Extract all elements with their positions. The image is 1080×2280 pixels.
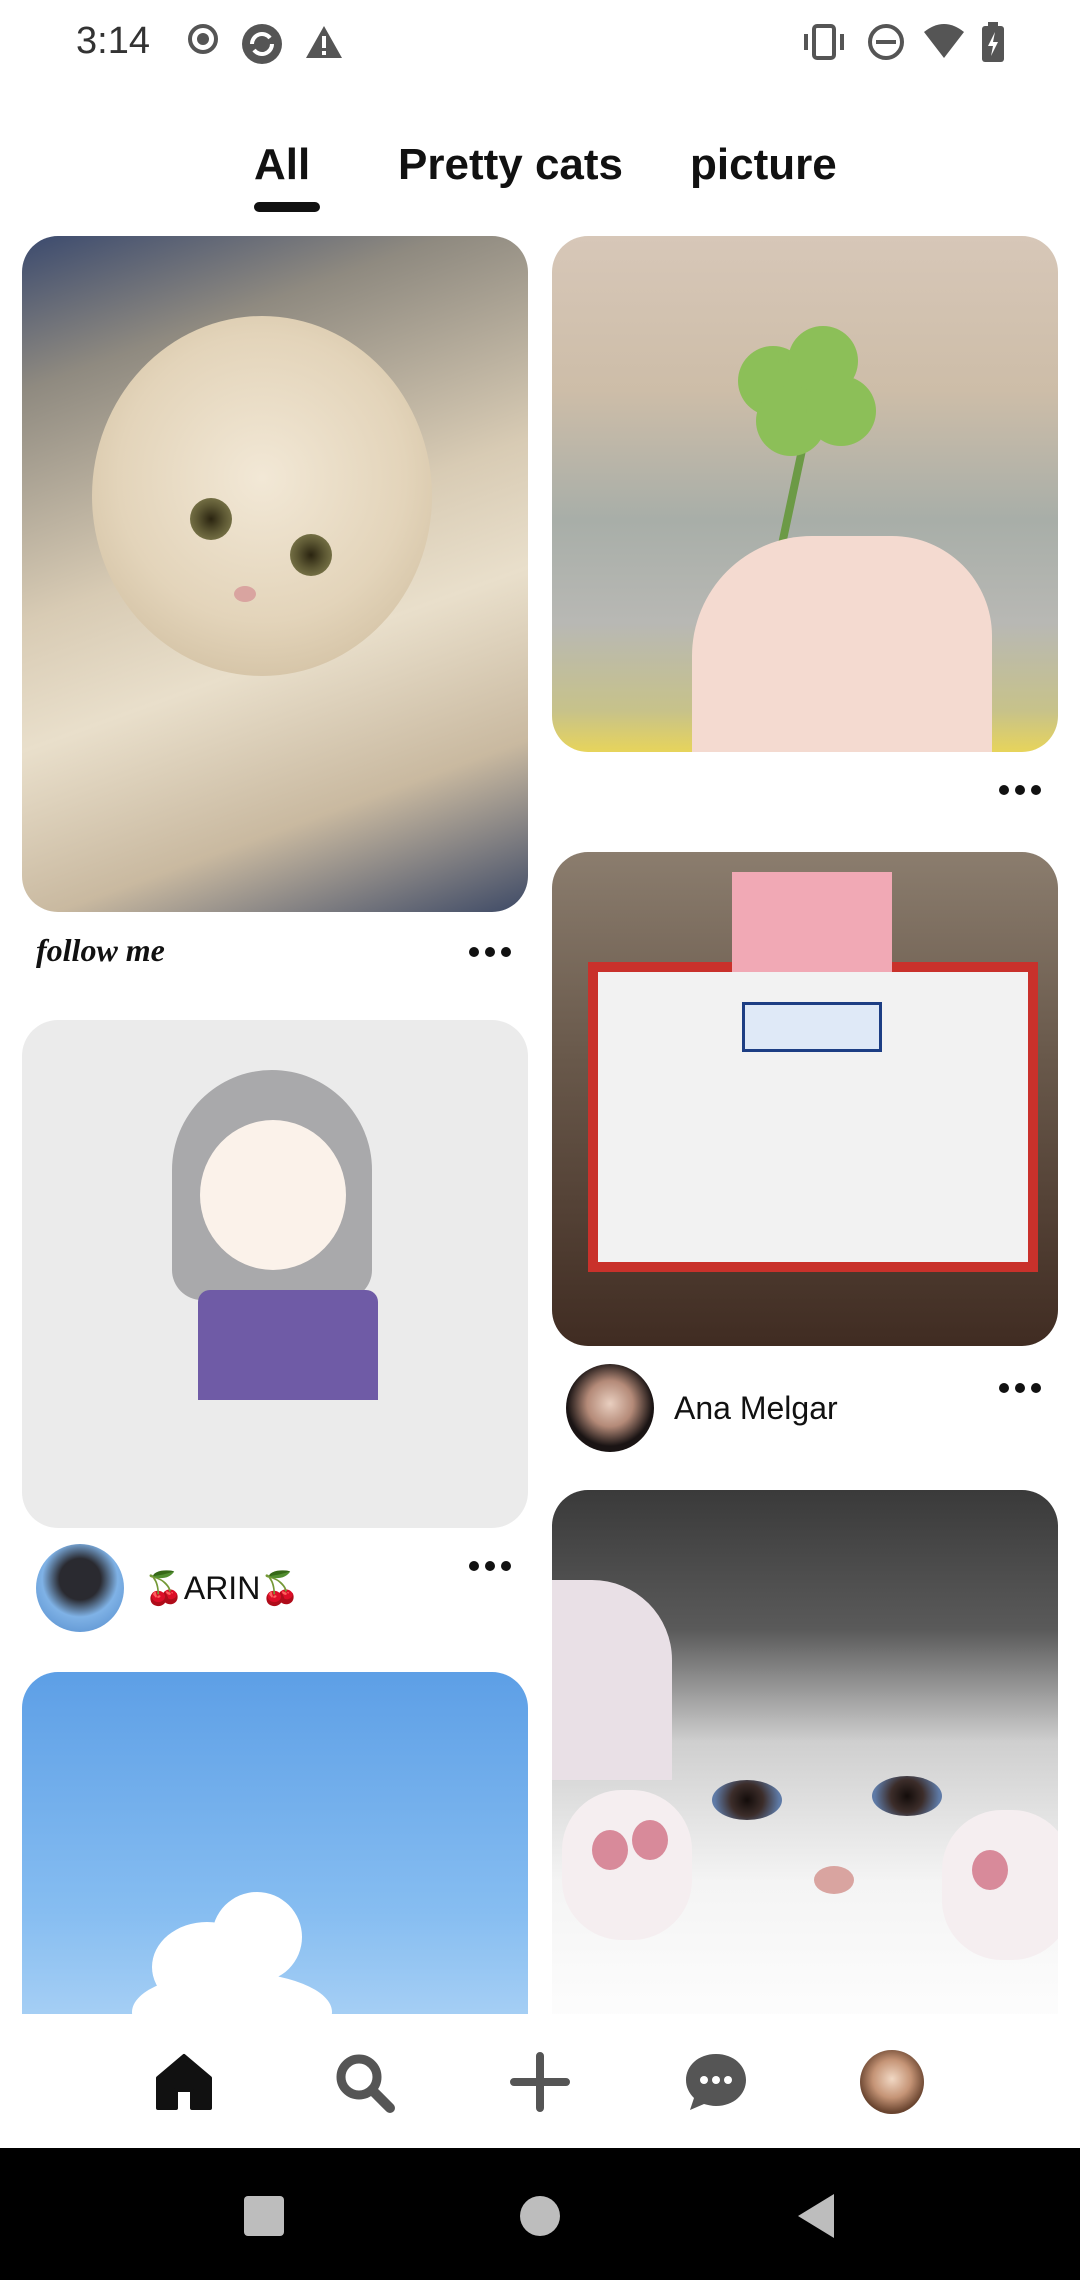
more-icon [469,947,511,957]
messages-icon [686,2054,746,2110]
clover-leaf [806,376,876,446]
kitten-face [92,316,432,676]
pin-image-sky[interactable] [22,1672,528,2014]
battery-icon [980,22,1006,69]
cat-ear [552,1580,672,1780]
sync-icon [240,22,284,71]
nav-search-button[interactable] [324,2042,404,2122]
recents-icon [244,2196,284,2236]
more-icon [469,1561,511,1571]
home-circle-icon [520,2196,560,2236]
cat-paw [562,1790,692,1940]
paw-pad [632,1820,668,1860]
avatar[interactable] [566,1364,654,1452]
create-icon [510,2052,570,2112]
castle-cutout [732,872,892,972]
recents-button[interactable] [234,2186,294,2246]
cat-eye-right [872,1776,942,1816]
cat-eye-left [712,1780,782,1820]
pin-author[interactable]: Ana Melgar [566,1364,838,1452]
more-icon [999,1383,1041,1393]
nav-create-button[interactable] [500,2042,580,2122]
status-time: 3:14 [76,20,150,62]
tab-picture[interactable]: picture [690,140,837,190]
board-title-sign [742,1002,882,1052]
drawing-face [200,1120,346,1270]
tab-pretty-cats[interactable]: Pretty cats [398,140,623,190]
nav-profile-button[interactable] [852,2042,932,2122]
vibrate-icon [802,22,846,67]
nav-messages-button[interactable] [676,2042,756,2122]
kitten-eye-left [190,498,232,540]
tab-selected-indicator [254,202,320,212]
more-options-button[interactable] [460,932,520,972]
pin-caption: follow me [36,932,165,968]
drawing-robe [198,1290,378,1400]
bottom-navigation [0,2014,1080,2148]
pin-image-kitten[interactable] [22,236,528,912]
record-icon [186,22,220,61]
hand [692,536,992,752]
kitten-nose [234,586,256,602]
more-icon [999,785,1041,795]
paw-pad [972,1850,1008,1890]
warning-icon [304,22,344,67]
author-name[interactable]: 🍒ARIN🍒 [144,1569,300,1607]
status-bar: 3:14 [0,0,1080,90]
system-navigation-bar [0,2148,1080,2280]
tab-all[interactable]: All [254,140,310,190]
search-icon [336,2054,395,2113]
avatar[interactable] [36,1544,124,1632]
pin-feed[interactable]: follow me 🍒ARIN🍒 Ana Melgar [0,236,1080,2014]
nav-home-button[interactable] [144,2042,224,2122]
back-button[interactable] [786,2186,846,2246]
more-options-button[interactable] [460,1546,520,1586]
paw-pad [592,1830,628,1870]
more-options-button[interactable] [990,770,1050,810]
back-icon [798,2194,834,2238]
pin-image-disney-board[interactable] [552,852,1058,1346]
pin-author[interactable]: 🍒ARIN🍒 [36,1544,300,1632]
cat-nose [814,1866,854,1894]
home-icon [156,2054,212,2110]
do-not-disturb-icon [866,22,906,67]
pin-image-white-cat[interactable] [552,1490,1058,2014]
profile-avatar [860,2050,924,2114]
wifi-icon [922,22,966,67]
author-name[interactable]: Ana Melgar [674,1390,838,1427]
board-tabs: All Pretty cats picture [0,140,1080,220]
more-options-button[interactable] [990,1368,1050,1408]
pin-image-chibi-drawing[interactable] [22,1020,528,1528]
home-system-button[interactable] [510,2186,570,2246]
kitten-eye-right [290,534,332,576]
pin-image-clover[interactable] [552,236,1058,752]
cloud [212,1892,302,1982]
